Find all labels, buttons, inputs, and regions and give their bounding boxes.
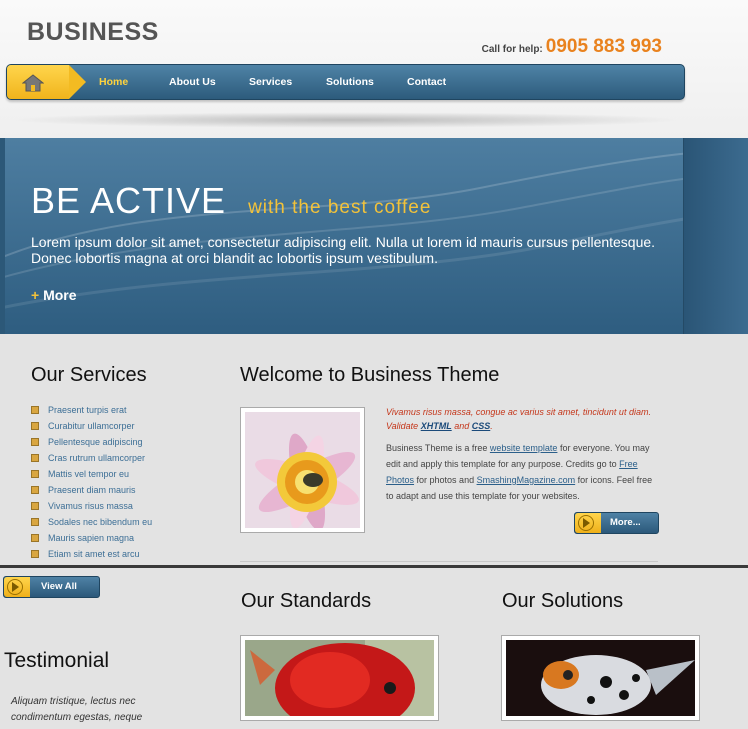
hero-text: Lorem ipsum dolor sit amet, consectetur … [31, 234, 656, 266]
body-text: Business Theme is a free [386, 443, 490, 453]
welcome-divider [240, 561, 658, 562]
header: BUSINESS Call for help: 0905 883 993 Hom… [0, 0, 748, 138]
view-all-label: View All [41, 581, 77, 592]
bullet-icon [31, 470, 39, 478]
service-item[interactable]: Pellentesque adipiscing [31, 434, 152, 450]
bullet-icon [31, 454, 39, 462]
css-link[interactable]: CSS [472, 421, 491, 431]
testimonial-text: Aliquam tristique, lectus nec condimentu… [11, 696, 143, 723]
plus-icon: + [31, 287, 40, 303]
arrow-right-icon [575, 513, 601, 533]
house-icon [22, 74, 44, 92]
main-nav: Home About Us Services Solutions Contact [6, 64, 685, 100]
nav-home[interactable]: Home [99, 76, 128, 88]
testimonial-heading: Testimonial [4, 649, 110, 672]
service-label: Curabitur ullamcorper [48, 421, 135, 431]
site-logo[interactable]: BUSINESS [27, 18, 159, 47]
service-item[interactable]: Praesent diam mauris [31, 482, 152, 498]
service-label: Vivamus risus massa [48, 501, 133, 511]
service-label: Praesent diam mauris [48, 485, 136, 495]
service-item[interactable]: Sodales nec bibendum eu [31, 514, 152, 530]
service-item[interactable]: Praesent turpis erat [31, 402, 152, 418]
service-label: Etiam sit amet est arcu [48, 549, 140, 559]
services-heading: Our Services [31, 364, 147, 386]
bullet-icon [31, 486, 39, 494]
help-label: Call for help: [481, 44, 543, 55]
bullet-icon [31, 502, 39, 510]
service-label: Pellentesque adipiscing [48, 437, 143, 447]
website-template-link[interactable]: website template [490, 443, 558, 453]
service-label: Cras rutrum ullamcorper [48, 453, 146, 463]
welcome-body: Business Theme is a free website templat… [386, 440, 661, 504]
white-fish-photo [506, 640, 695, 716]
bullet-icon [31, 422, 39, 430]
section-divider [0, 565, 748, 568]
hero-more-label: More [43, 287, 77, 303]
welcome-intro: Vivamus risus massa, congue ac varius si… [386, 405, 661, 433]
welcome-more-button[interactable]: More... [574, 512, 659, 534]
hero-banner: BE ACTIVE with the best coffee Lorem ips… [0, 138, 748, 334]
smashing-magazine-link[interactable]: SmashingMagazine.com [477, 475, 576, 485]
help-line: Call for help: 0905 883 993 [482, 36, 662, 58]
service-item[interactable]: Vivamus risus massa [31, 498, 152, 514]
view-all-button[interactable]: View All [3, 576, 100, 598]
bullet-icon [31, 438, 39, 446]
xhtml-link[interactable]: XHTML [421, 421, 452, 431]
hero-heading: BE ACTIVE with the best coffee [31, 180, 431, 222]
arrow-right-icon [4, 577, 30, 597]
red-fish-photo [245, 640, 434, 729]
service-item[interactable]: Cras rutrum ullamcorper [31, 450, 152, 466]
nav-about-us[interactable]: About Us [169, 76, 216, 88]
solutions-heading: Our Solutions [502, 590, 624, 612]
service-label: Mattis vel tempor eu [48, 469, 130, 479]
intro-end: . [490, 421, 493, 431]
bullet-icon [31, 518, 39, 526]
nav-services[interactable]: Services [249, 76, 292, 88]
service-label: Mauris sapien magna [48, 533, 135, 543]
service-label: Sodales nec bibendum eu [48, 517, 153, 527]
service-item[interactable]: Mauris sapien magna [31, 530, 152, 546]
hero-side-panel [683, 138, 748, 334]
service-label: Praesent turpis erat [48, 405, 127, 415]
hero-subtitle: with the best coffee [248, 197, 432, 218]
phone-number: 0905 883 993 [545, 36, 662, 57]
bullet-icon [31, 406, 39, 414]
hero-title: BE ACTIVE [31, 180, 227, 221]
flower-photo [245, 412, 360, 531]
welcome-heading: Welcome to Business Theme [240, 364, 500, 386]
nav-contact[interactable]: Contact [407, 76, 446, 88]
bullet-icon [31, 534, 39, 542]
intro-and: and [451, 421, 472, 431]
hero-more-link[interactable]: + More [31, 287, 77, 303]
red-fish-photo-frame [240, 635, 439, 729]
service-item[interactable]: Curabitur ullamcorper [31, 418, 152, 434]
flower-photo-frame [240, 407, 365, 533]
hero-left-edge [0, 138, 5, 334]
white-fish-photo-frame [501, 635, 700, 721]
body-text: for photos and [414, 475, 477, 485]
service-item[interactable]: Etiam sit amet est arcu [31, 546, 152, 562]
home-icon-tab[interactable] [7, 65, 86, 99]
services-list: Praesent turpis erat Curabitur ullamcorp… [31, 402, 152, 562]
nav-solutions[interactable]: Solutions [326, 76, 374, 88]
standards-heading: Our Standards [241, 590, 372, 612]
service-item[interactable]: Mattis vel tempor eu [31, 466, 152, 482]
bullet-icon [31, 550, 39, 558]
welcome-more-label: More... [610, 517, 641, 528]
